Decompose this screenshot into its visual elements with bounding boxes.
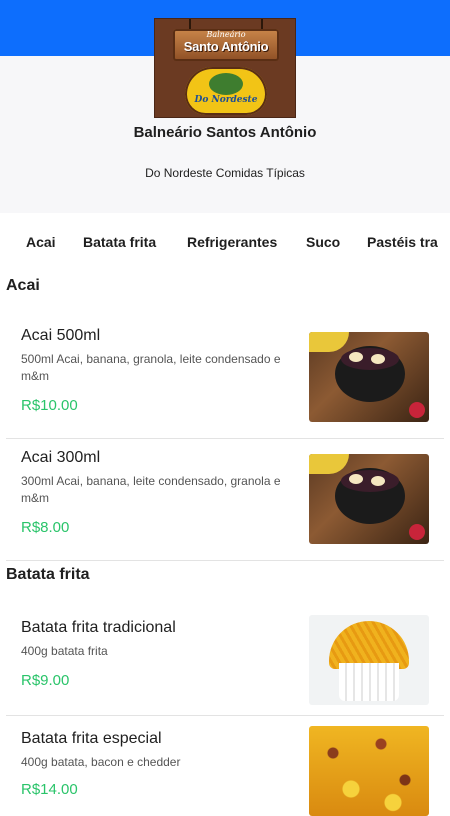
store-subtitle: Do Nordeste Comidas Típicas [145,166,305,180]
item-name: Acai 300ml [21,449,101,466]
section-title-acai: Acai [6,277,40,294]
fries-special-image [309,726,429,816]
item-description: 400g batata frita [21,644,108,658]
store-name: Balneário Santos Antônio [133,124,317,141]
acai-bowl-image [309,332,429,422]
tab-refrigerantes[interactable]: Refrigerantes [187,234,277,250]
tab-pasteis[interactable]: Pastéis tra [367,234,438,250]
tab-suco[interactable]: Suco [306,234,340,250]
item-price: R$8.00 [21,519,70,536]
acai-bowl-image [309,454,429,544]
store-logo: Balneário Santo Antônio Do Nordeste [154,18,296,118]
category-tabs[interactable]: Acai Batata frita Refrigerantes Suco Pas… [0,213,450,269]
item-description: 400g batata, bacon e chedder [21,755,181,769]
item-divider [6,560,444,561]
section-title-batata-frita: Batata frita [6,566,90,583]
tab-batata-frita[interactable]: Batata frita [83,234,156,250]
item-divider [6,438,444,439]
item-description: 300ml Acai, banana, leite condensado, gr… [21,474,281,505]
item-name: Acai 500ml [21,327,101,344]
item-price: R$10.00 [21,397,78,414]
item-price: R$9.00 [21,672,70,689]
item-name: Batata frita tradicional [21,619,176,636]
item-description: 500ml Acai, banana, granola, leite conde… [21,352,281,383]
item-price: R$14.00 [21,781,78,798]
item-divider [6,715,444,716]
fries-image [309,615,429,705]
tab-acai[interactable]: Acai [26,234,56,250]
item-name: Batata frita especial [21,730,162,747]
